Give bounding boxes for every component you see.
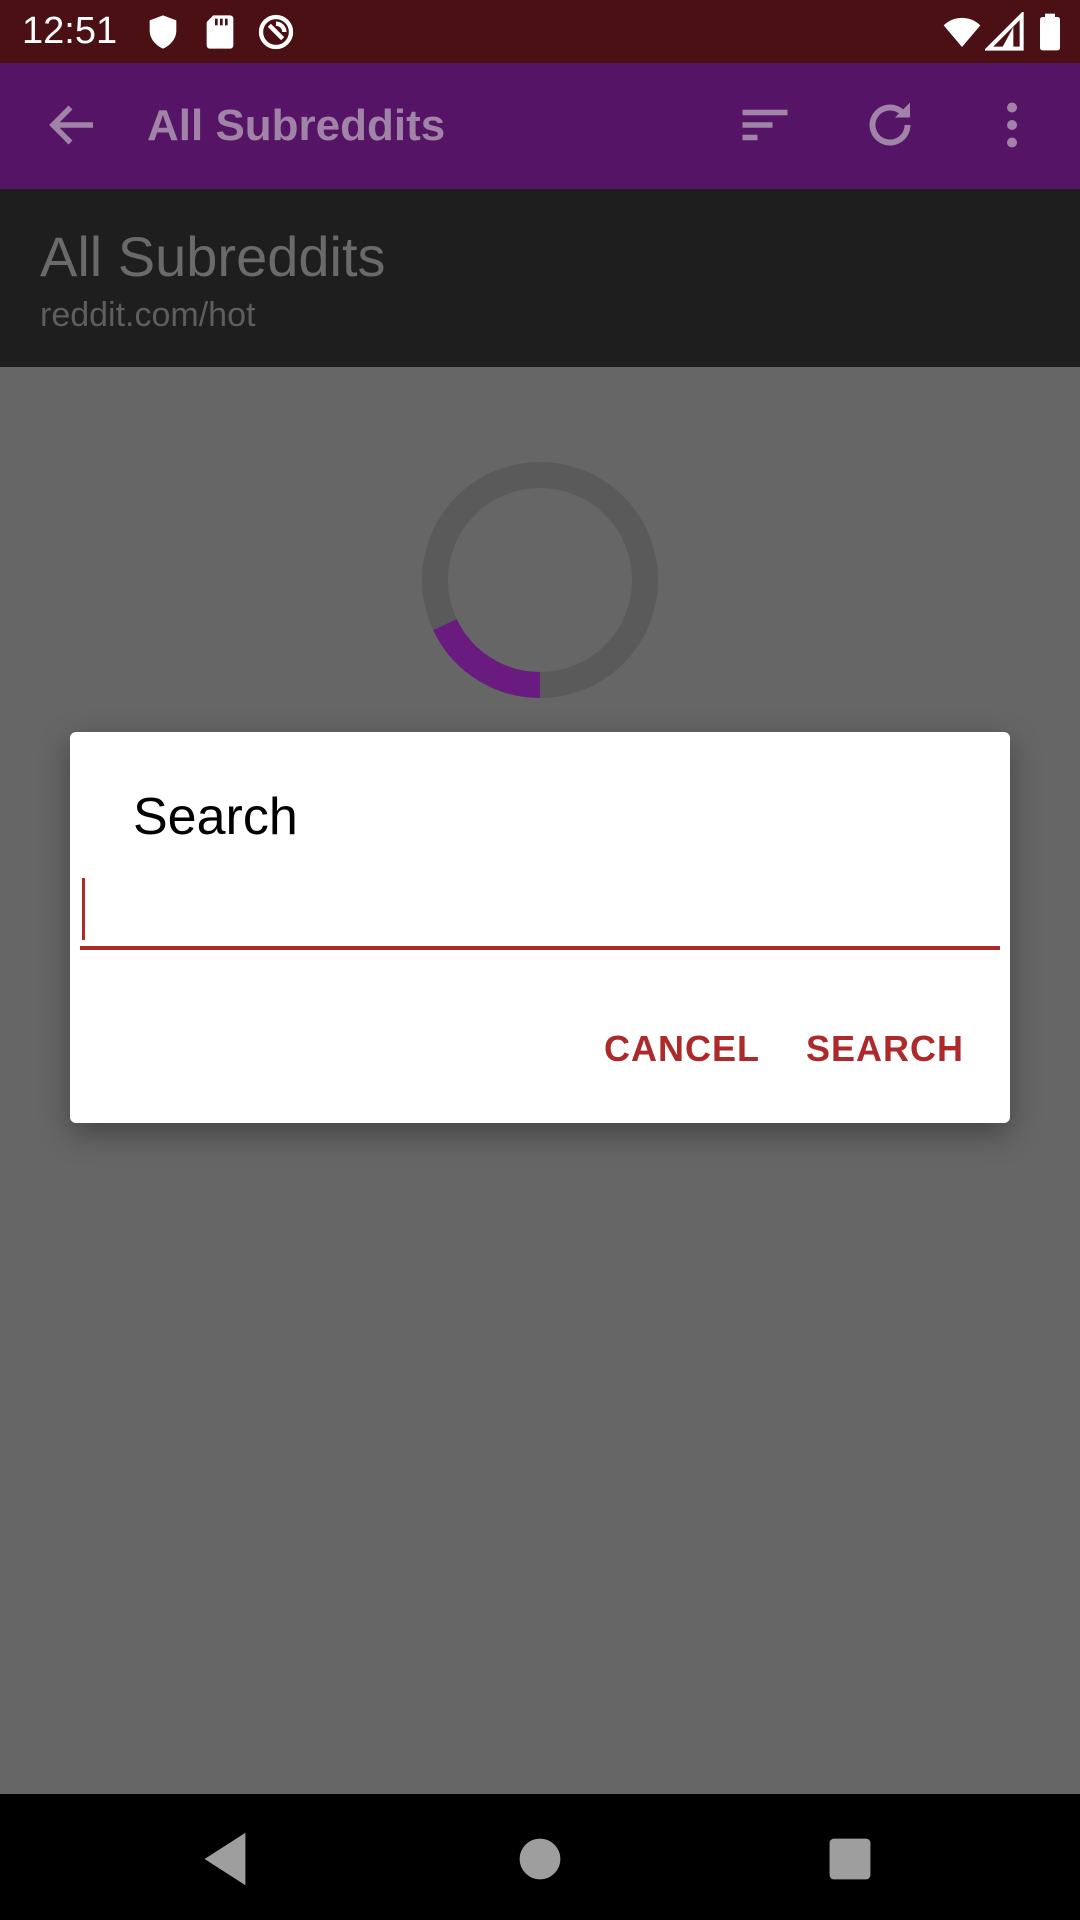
more-vert-icon[interactable] [982, 95, 1042, 155]
cancel-button[interactable]: CANCEL [604, 1028, 760, 1070]
battery-icon [1030, 12, 1070, 52]
wifi-icon [942, 12, 982, 52]
search-input[interactable] [80, 872, 1000, 950]
toolbar-title: All Subreddits [147, 101, 446, 150]
sort-icon[interactable] [735, 95, 795, 155]
header-url: reddit.com/hot [40, 296, 256, 334]
subreddit-header: All Subreddits reddit.com/hot [0, 189, 1080, 367]
loading-spinner [415, 455, 665, 705]
home-circle-icon[interactable] [505, 1824, 575, 1894]
shield-icon [143, 12, 183, 52]
dialog-title: Search [133, 788, 298, 846]
text-cursor [82, 878, 85, 940]
status-bar: 12:51 [0, 0, 1080, 63]
status-time: 12:51 [22, 10, 118, 52]
signal-icon [983, 10, 1025, 52]
back-arrow-icon[interactable] [43, 95, 103, 155]
refresh-icon[interactable] [860, 95, 920, 155]
sync-off-icon [256, 12, 296, 52]
app-toolbar: All Subreddits [0, 63, 1080, 189]
back-triangle-icon[interactable] [190, 1824, 260, 1894]
search-button[interactable]: SEARCH [806, 1028, 964, 1070]
sd-card-icon [200, 12, 240, 52]
search-dialog: Search CANCEL SEARCH [70, 732, 1010, 1123]
system-nav-bar [0, 1794, 1080, 1920]
recents-square-icon[interactable] [815, 1824, 885, 1894]
header-title: All Subreddits [40, 225, 386, 288]
